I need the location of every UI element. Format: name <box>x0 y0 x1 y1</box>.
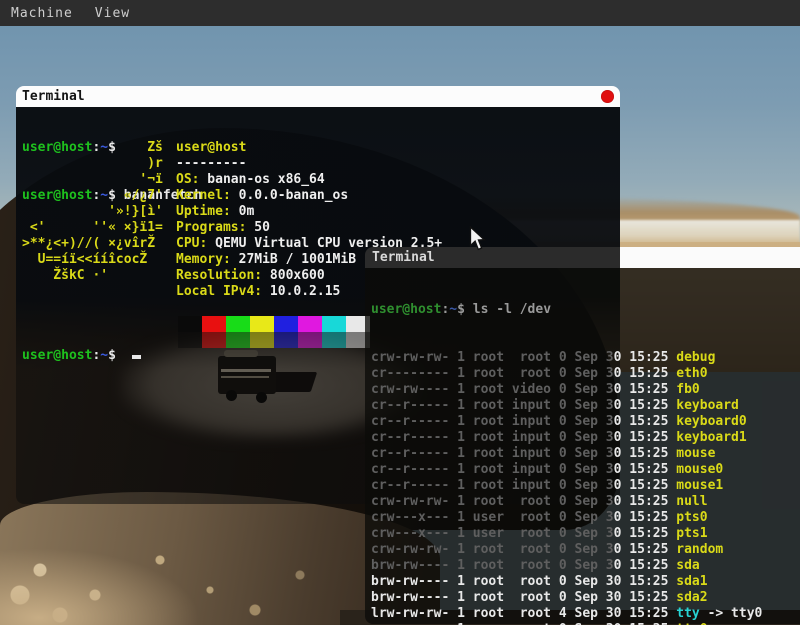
desktop: Terminal user@host:~$ user@host:~$ banan… <box>0 0 800 625</box>
text-cursor <box>132 355 141 359</box>
palette-swatch <box>298 316 322 332</box>
ls-row: cr-------- 1 root root 0 Sep 30 15:25 et… <box>371 366 800 382</box>
palette-swatch <box>178 316 202 332</box>
menu-view[interactable]: View <box>84 6 141 21</box>
palette-swatch <box>250 332 274 348</box>
palette-swatch <box>202 316 226 332</box>
ls-row: cr--r----- 1 root input 0 Sep 30 15:25 m… <box>371 462 800 478</box>
ls-row: crw-rw-rw- 1 root root 0 Sep 30 15:25 ra… <box>371 542 800 558</box>
terminal-window-ls[interactable]: Terminal user@host:~$ ls -l /dev crw-rw-… <box>365 247 800 622</box>
palette-swatch <box>226 316 250 332</box>
terminal-ls-titlebar[interactable]: Terminal <box>365 247 800 268</box>
terminal-ls-title: Terminal <box>372 250 435 265</box>
ls-row: cr--r----- 1 root input 0 Sep 30 15:25 m… <box>371 478 800 494</box>
palette-swatch <box>250 316 274 332</box>
close-button[interactable] <box>601 90 614 103</box>
ls-row: brw-rw---- 1 root root 0 Sep 30 15:25 sd… <box>371 558 800 574</box>
shell-command-line: user@host:~$ ls -l /dev <box>371 302 800 318</box>
fetch-info-line: OS: banan-os x86_64 <box>176 172 442 188</box>
ls-row: crw-rw-rw- 1 root root 0 Sep 30 15:25 de… <box>371 350 800 366</box>
mouse-cursor-icon <box>468 226 486 252</box>
palette-swatch <box>274 316 298 332</box>
palette-swatch <box>226 332 250 348</box>
palette-swatch <box>178 332 202 348</box>
fetch-ascii-art: Zš )r '¬ï «/¿7' '»!}[ì' <' ''« ×}ï1= >**… <box>22 140 163 284</box>
shell-prompt-cursor-line: user@host:~$ <box>16 348 141 364</box>
fetch-info-line: Kernel: 0.0.0-banan_os <box>176 188 442 204</box>
ls-row: lrw-rw-rw- 1 root root 4 Sep 30 15:25 tt… <box>371 606 800 622</box>
terminal-fetch-titlebar[interactable]: Terminal <box>16 86 620 107</box>
terminal-fetch-title: Terminal <box>22 89 85 104</box>
wallpaper-light-patch <box>0 548 200 625</box>
ls-row: crw---x--- 1 user root 0 Sep 30 15:25 pt… <box>371 510 800 526</box>
fetch-info-line: --------- <box>176 156 442 172</box>
palette-row <box>178 316 370 332</box>
palette-swatch <box>322 316 346 332</box>
ls-row: brw-rw---- 1 root root 0 Sep 30 15:25 sd… <box>371 574 800 590</box>
ls-row: cr--r----- 1 root input 0 Sep 30 15:25 k… <box>371 398 800 414</box>
palette-swatch <box>274 332 298 348</box>
fetch-info-line: Programs: 50 <box>176 220 442 236</box>
palette-swatch <box>202 332 226 348</box>
palette-swatch <box>322 332 346 348</box>
menu-machine[interactable]: Machine <box>0 6 84 21</box>
ls-row: crw-rw---- 1 root video 0 Sep 30 15:25 f… <box>371 382 800 398</box>
ls-row: cr--r----- 1 root input 0 Sep 30 15:25 m… <box>371 446 800 462</box>
ls-row: crw-rw-rw- 1 root root 0 Sep 30 15:25 nu… <box>371 494 800 510</box>
terminal-ls-screen[interactable]: user@host:~$ ls -l /dev crw-rw-rw- 1 roo… <box>365 268 800 624</box>
ls-row: crw---x--- 1 user root 0 Sep 30 15:25 pt… <box>371 526 800 542</box>
palette-swatch <box>298 332 322 348</box>
ls-row: cr--r----- 1 root input 0 Sep 30 15:25 k… <box>371 430 800 446</box>
fetch-color-palette <box>178 316 370 348</box>
palette-row <box>178 332 370 348</box>
ls-row: cr--r----- 1 root input 0 Sep 30 15:25 k… <box>371 414 800 430</box>
fetch-info-line: Uptime: 0m <box>176 204 442 220</box>
vm-menu-bar: Machine View <box>0 0 800 26</box>
fetch-info-line: user@host <box>176 140 442 156</box>
ls-row: brw-rw---- 1 root root 0 Sep 30 15:25 sd… <box>371 590 800 606</box>
